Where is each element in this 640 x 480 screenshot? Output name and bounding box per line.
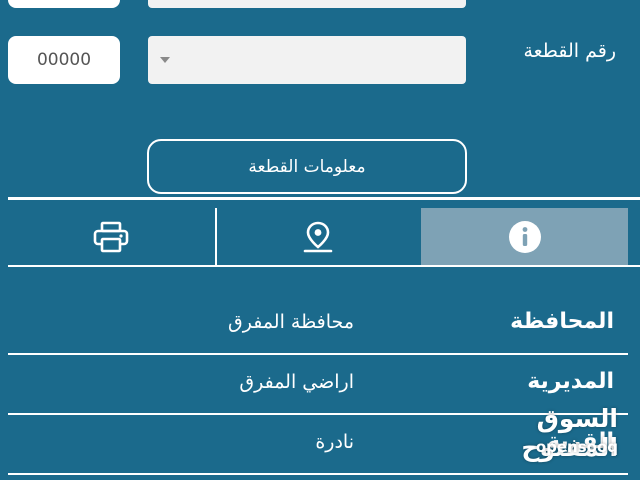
detail-label: المديرية: [527, 369, 614, 394]
info-icon: [508, 221, 541, 253]
detail-value: اراضي المفرق: [239, 371, 354, 393]
plot-number-input[interactable]: [8, 36, 120, 84]
detail-value: محافظة المفرق: [227, 311, 354, 333]
detail-value: نادرة: [315, 431, 354, 453]
tab-location[interactable]: [214, 208, 422, 266]
top-select-field[interactable]: [148, 0, 466, 8]
tab-divider: [214, 208, 217, 266]
location-pin-icon: [303, 221, 333, 253]
tabs-bottom-divider: [8, 265, 640, 267]
row-divider: [8, 473, 628, 475]
watermark-latin: opensooq: [535, 438, 618, 456]
detail-row-governorate: المحافظة محافظة المفرق: [8, 297, 628, 355]
print-icon: [94, 221, 129, 253]
chevron-down-icon: [160, 57, 170, 63]
row-divider: [8, 353, 628, 355]
detail-label: المحافظة: [510, 309, 614, 334]
plot-select-dropdown[interactable]: [148, 36, 466, 84]
tab-info[interactable]: [421, 208, 629, 266]
tab-bar: [8, 208, 629, 266]
plot-info-button[interactable]: معلومات القطعة: [147, 139, 467, 194]
top-input-field[interactable]: [8, 0, 120, 8]
plot-number-label: رقم القطعة: [523, 40, 616, 62]
tabs-top-divider: [8, 197, 640, 200]
tab-print[interactable]: [8, 208, 215, 266]
